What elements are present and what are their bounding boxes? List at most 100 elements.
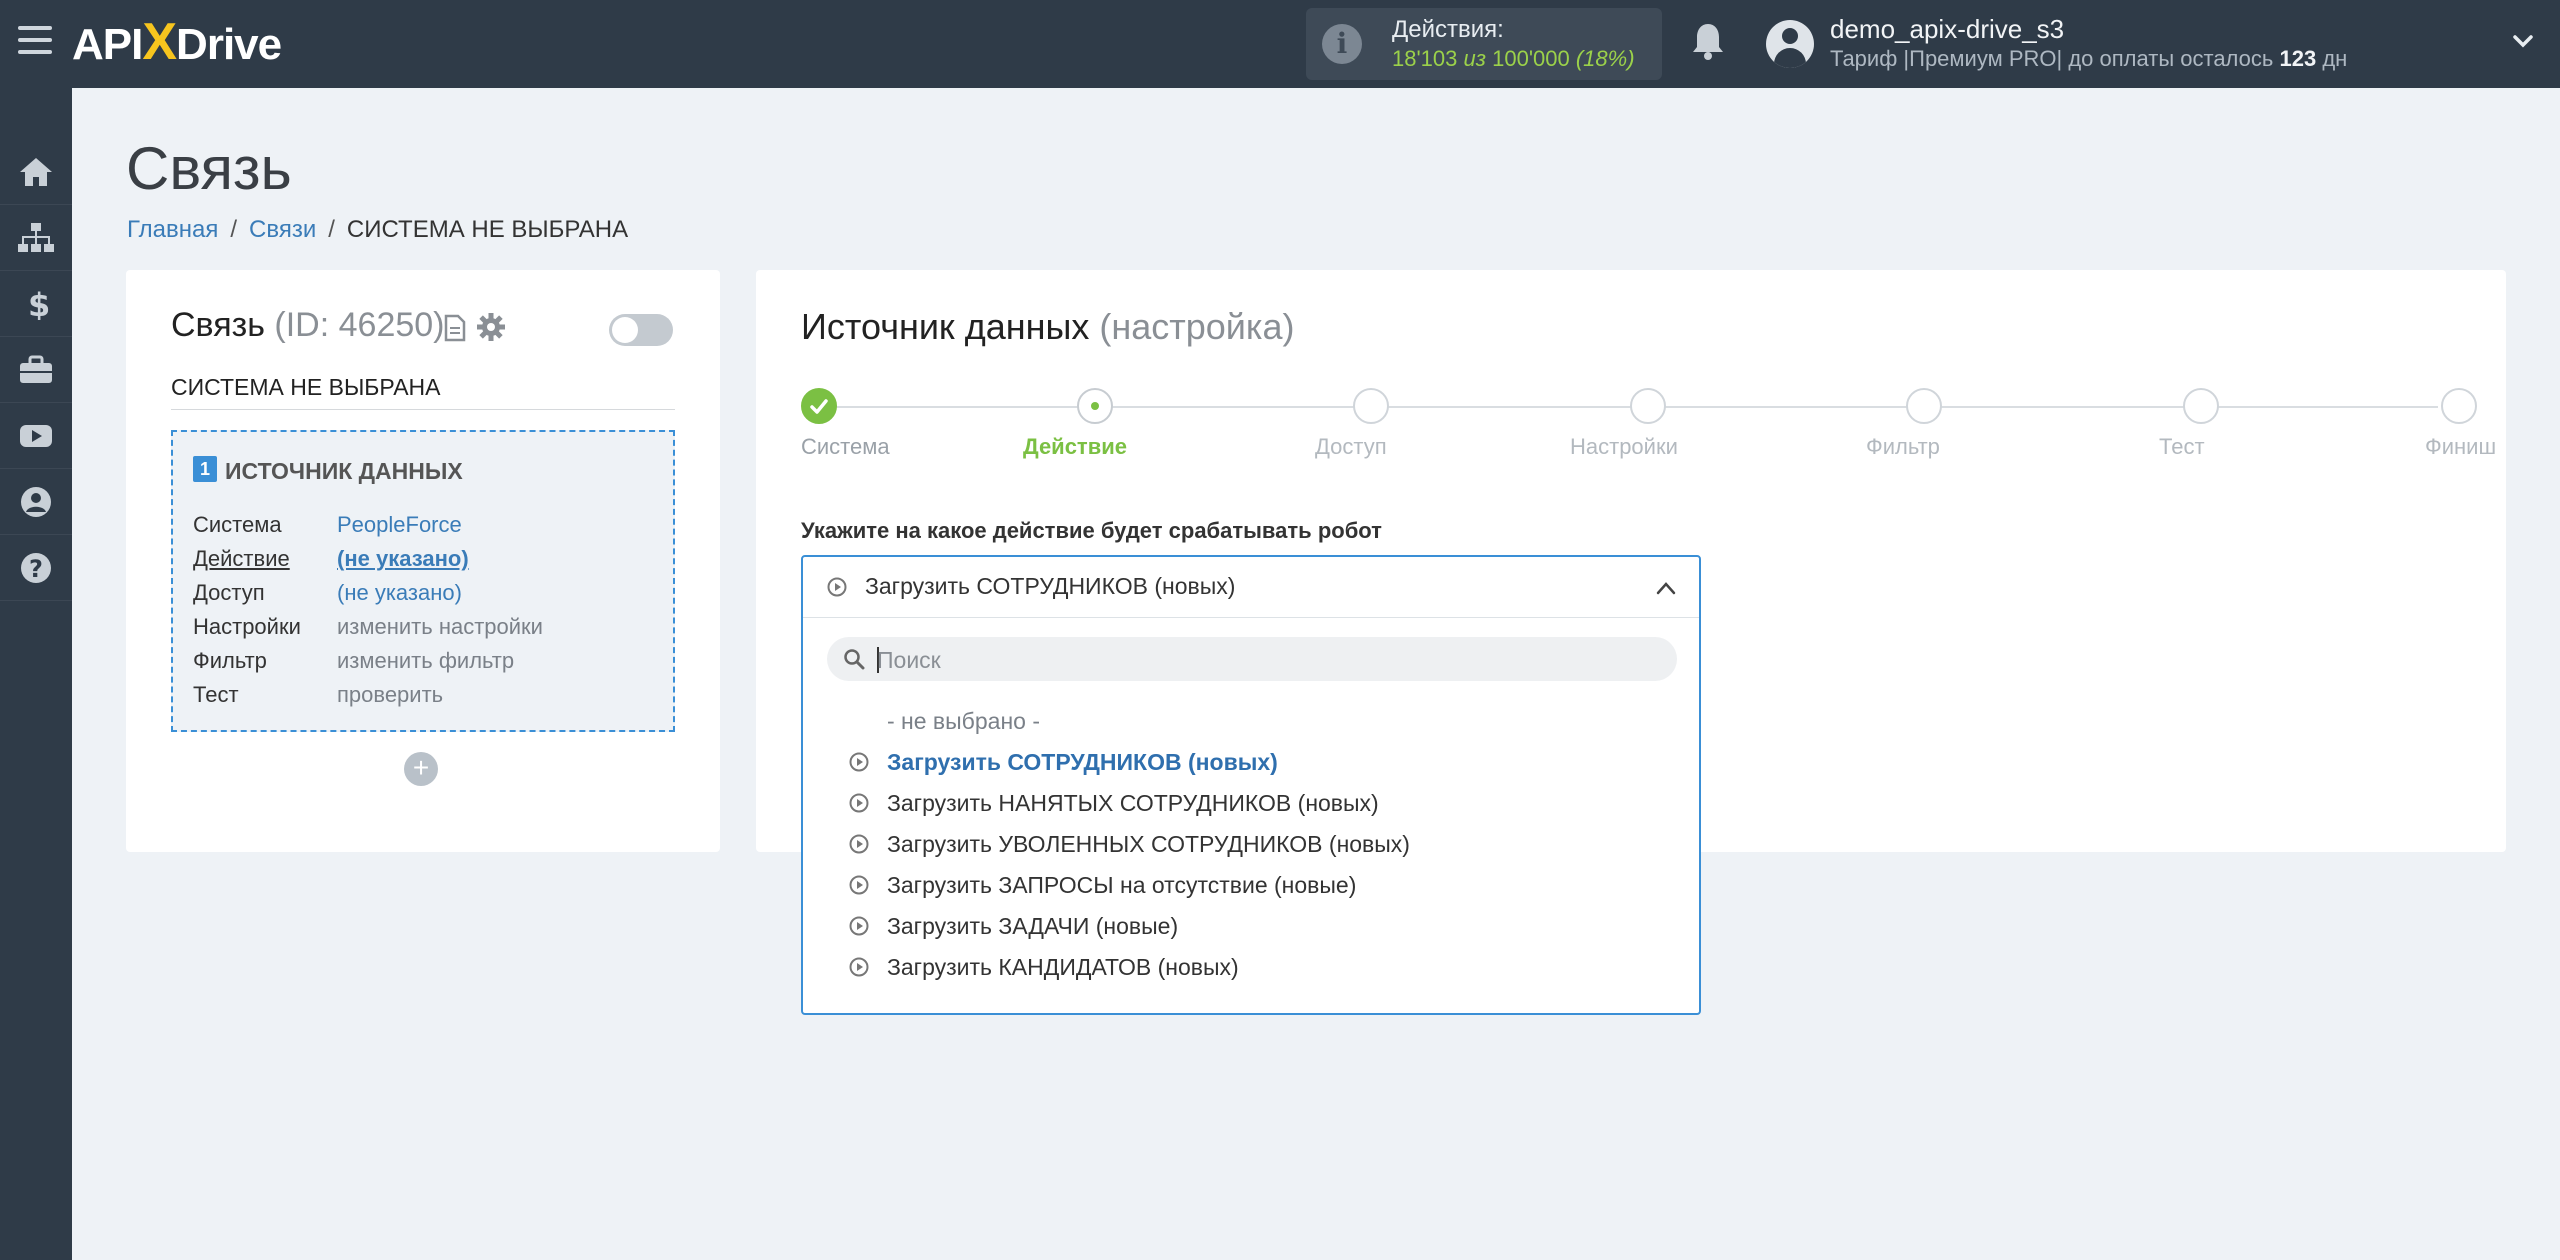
actions-value: 18'103 из 100'000 (18%): [1392, 46, 1635, 72]
page-title: Связь: [126, 135, 292, 202]
step-label-action[interactable]: Действие: [1023, 434, 1127, 460]
step-label-finish: Финиш: [2425, 434, 2497, 459]
option-label: - не выбрано -: [887, 708, 1040, 734]
chevron-up-icon[interactable]: [1655, 579, 1677, 597]
avatar[interactable]: [1766, 20, 1814, 68]
action-search-box: [827, 637, 1677, 681]
step-label-access: Доступ: [1315, 434, 1387, 459]
play-circle-icon: [827, 577, 847, 597]
sidebar-item-help[interactable]: ?: [0, 534, 72, 601]
action-option-hired[interactable]: Загрузить НАНЯТЫХ СОТРУДНИКОВ (новых): [803, 783, 1699, 823]
play-circle-icon: [849, 793, 869, 813]
apixdrive-logo[interactable]: APIXDrive: [72, 13, 282, 71]
option-label: Загрузить УВОЛЕННЫХ СОТРУДНИКОВ (новых): [887, 831, 1410, 857]
source-setup-title: Источник данных (настройка): [801, 306, 1294, 348]
source-setup-subtitle: (настройка): [1099, 306, 1295, 347]
option-label: Загрузить ЗАДАЧИ (новые): [887, 913, 1179, 939]
source-row-key: Действие: [193, 546, 290, 571]
sidebar-item-connections[interactable]: [0, 204, 72, 271]
sidebar-item-services[interactable]: [0, 336, 72, 403]
actions-counter: i Действия: 18'103 из 100'000 (18%): [1306, 8, 1662, 80]
action-option-candidates[interactable]: Загрузить КАНДИДАТОВ (новых): [803, 947, 1699, 987]
option-label: Загрузить КАНДИДАТОВ (новых): [887, 954, 1239, 980]
source-action-link[interactable]: (не указано): [337, 546, 469, 571]
sidebar-item-billing[interactable]: $: [0, 270, 72, 337]
logo-text-drive: Drive: [176, 20, 282, 69]
connection-title: Связь (ID: 46250): [171, 306, 445, 345]
source-row-key: Система: [193, 512, 282, 537]
sidebar-item-profile[interactable]: [0, 468, 72, 535]
actions-used: 18'103: [1392, 46, 1458, 71]
play-circle-icon: [849, 834, 869, 854]
action-select-current[interactable]: Загрузить СОТРУДНИКОВ (новых): [803, 557, 1699, 618]
step-label-settings: Настройки: [1570, 434, 1678, 459]
dollar-icon: $: [28, 288, 50, 320]
play-circle-icon: [849, 752, 869, 772]
source-row-key: Фильтр: [193, 648, 267, 673]
step-label-test: Тест: [2159, 434, 2205, 459]
bell-icon[interactable]: [1690, 22, 1726, 62]
svg-text:?: ?: [29, 555, 43, 583]
info-icon: i: [1322, 24, 1362, 64]
chevron-down-icon[interactable]: [2512, 30, 2534, 52]
source-settings-link[interactable]: изменить настройки: [337, 614, 543, 639]
step-dot-filter: [1906, 388, 1942, 424]
option-label: Загрузить СОТРУДНИКОВ (новых): [887, 749, 1278, 775]
source-test-link[interactable]: проверить: [337, 682, 443, 707]
youtube-icon: [20, 425, 52, 447]
connection-id: (ID: 46250): [274, 306, 445, 344]
step-dot-test: [2183, 388, 2219, 424]
source-row-system: Система PeopleForce: [193, 512, 462, 538]
connection-title-text: Связь: [171, 306, 265, 344]
plan-info: Тариф |Премиум PRO| до оплаты осталось 1…: [1830, 46, 2347, 72]
action-field-label: Укажите на какое действие будет срабатыв…: [801, 518, 1382, 543]
add-block-button[interactable]: +: [404, 752, 438, 786]
action-select-value: Загрузить СОТРУДНИКОВ (новых): [865, 573, 1236, 599]
logo-text-api: API: [72, 20, 143, 69]
source-setup-title-text: Источник данных: [801, 306, 1090, 347]
sidebar: $ ?: [0, 88, 72, 1260]
source-system-link[interactable]: PeopleForce: [337, 512, 462, 537]
search-icon: [844, 649, 865, 670]
action-option-absence-requests[interactable]: Загрузить ЗАПРОСЫ на отсутствие (новые): [803, 865, 1699, 905]
step-label-system[interactable]: Система: [801, 434, 890, 460]
source-number-badge: 1: [193, 456, 217, 482]
logo-text-x: X: [142, 13, 177, 71]
source-title: ИСТОЧНИК ДАННЫХ: [225, 458, 463, 484]
plan-text: Тариф |Премиум PRO| до оплаты осталось: [1830, 46, 2274, 71]
step-dot-system[interactable]: [801, 388, 837, 424]
action-option-dismissed[interactable]: Загрузить УВОЛЕННЫХ СОТРУДНИКОВ (новых): [803, 824, 1699, 864]
connection-toggle[interactable]: [609, 314, 673, 346]
actions-of: из: [1463, 46, 1486, 71]
source-row-key: Настройки: [193, 614, 301, 639]
menu-icon[interactable]: [18, 26, 52, 56]
step-label-filter: Фильтр: [1866, 434, 1940, 459]
plan-days-unit: дн: [2322, 46, 2348, 71]
action-option-tasks[interactable]: Загрузить ЗАДАЧИ (новые): [803, 906, 1699, 946]
breadcrumb-home[interactable]: Главная: [127, 216, 218, 243]
source-access-link[interactable]: (не указано): [337, 580, 462, 605]
plan-days: 123: [2279, 46, 2317, 71]
document-icon[interactable]: [444, 314, 466, 342]
step-dot-finish: [2441, 388, 2477, 424]
sidebar-item-home[interactable]: [0, 138, 72, 205]
step-dot-action[interactable]: [1077, 388, 1113, 424]
source-row-access: Доступ (не указано): [193, 580, 462, 606]
gear-icon[interactable]: [476, 312, 506, 342]
source-filter-link[interactable]: изменить фильтр: [337, 648, 514, 673]
home-icon: [20, 158, 52, 186]
top-bar: APIXDrive i Действия: 18'103 из 100'000 …: [0, 0, 2560, 88]
breadcrumb-connections[interactable]: Связи: [249, 216, 316, 243]
sidebar-item-video[interactable]: [0, 402, 72, 469]
connection-card: Связь (ID: 46250) СИСТЕМА НЕ ВЫБРАНА 1 И…: [126, 270, 720, 852]
source-block[interactable]: 1 ИСТОЧНИК ДАННЫХ Система PeopleForce Дей…: [171, 430, 675, 732]
action-option-none[interactable]: - не выбрано -: [803, 701, 1699, 741]
action-select[interactable]: Загрузить СОТРУДНИКОВ (новых) - не выбра…: [801, 555, 1701, 1015]
breadcrumb-current: СИСТЕМА НЕ ВЫБРАНА: [346, 216, 629, 243]
source-row-key: Доступ: [193, 580, 265, 605]
action-option-employees[interactable]: Загрузить СОТРУДНИКОВ (новых): [803, 742, 1699, 782]
username[interactable]: demo_apix-drive_s3: [1830, 14, 2064, 45]
action-search-input[interactable]: [875, 641, 1659, 679]
user-circle-icon: [21, 487, 51, 517]
actions-label: Действия:: [1392, 16, 1504, 43]
